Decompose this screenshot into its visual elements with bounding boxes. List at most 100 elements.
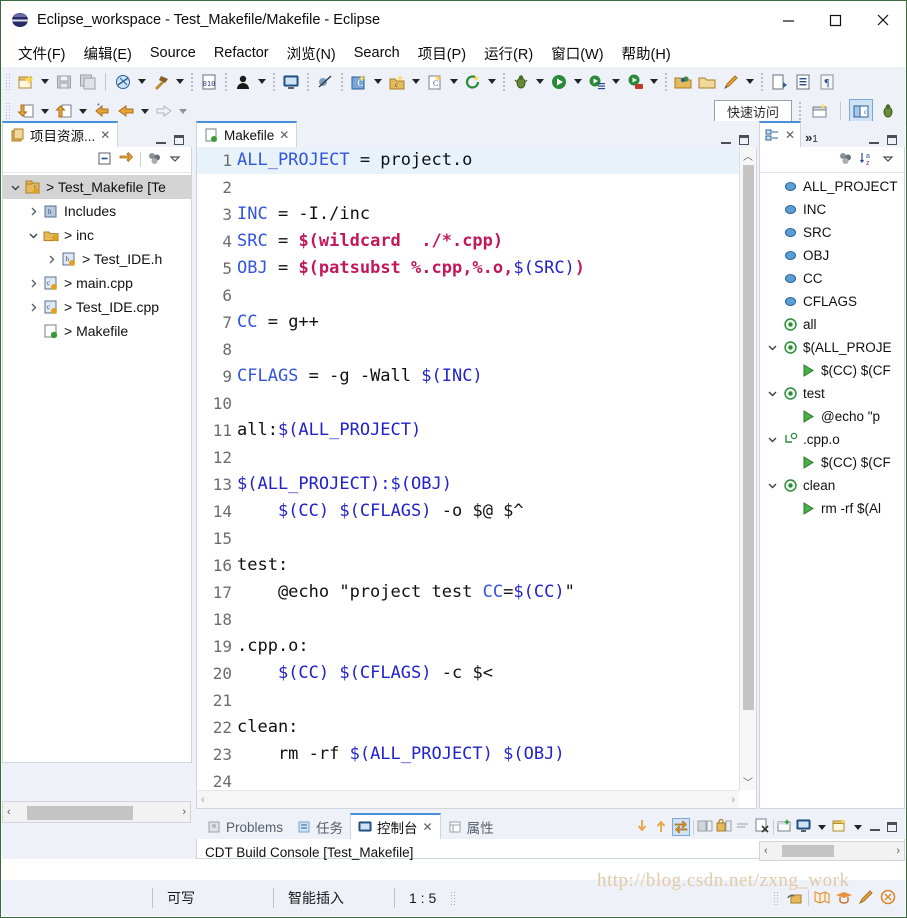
scroll-up-arrow[interactable]: ︿ [740, 147, 757, 164]
menu-window[interactable]: 窗口(W) [542, 41, 612, 66]
code-line[interactable]: 21 [197, 687, 739, 714]
maximize-icon[interactable] [812, 1, 859, 39]
outline-item[interactable]: $(ALL_PROJE [760, 336, 904, 359]
code-line[interactable]: 19 .cpp.o: [197, 633, 739, 660]
collapse-all-icon[interactable] [96, 150, 113, 170]
cdt-icon[interactable] [879, 889, 897, 908]
code-line[interactable]: 18 [197, 606, 739, 633]
code-line[interactable]: 20 $(CC) $(CFLAGS) -c $< [197, 660, 739, 687]
code-line[interactable]: 2 [197, 174, 739, 201]
minimize-icon[interactable] [719, 133, 733, 147]
view-overflow[interactable]: » 1 [801, 130, 822, 147]
code-line[interactable]: 9 CFLAGS = -g -Wall $(INC) [197, 363, 739, 390]
hide-icon[interactable] [837, 150, 854, 170]
forward-icon[interactable] [152, 99, 176, 123]
menu-search[interactable]: Search [345, 43, 409, 63]
view-menu-icon[interactable] [168, 151, 183, 169]
line-text[interactable]: CC = g++ [235, 309, 319, 336]
menu-help[interactable]: 帮助(H) [613, 41, 680, 66]
code-line[interactable]: 22 clean: [197, 714, 739, 741]
outline-item[interactable]: OBJ [760, 244, 904, 267]
chevron-right-icon[interactable] [43, 251, 59, 267]
line-text[interactable]: SRC = $(wildcard ./*.cpp) [235, 228, 503, 255]
code-line[interactable]: 8 [197, 336, 739, 363]
new-cpp-class-dropdown[interactable] [409, 70, 423, 94]
toolbar-grip-2[interactable] [5, 102, 12, 120]
close-icon[interactable]: ✕ [423, 820, 433, 834]
link-with-editor-icon[interactable] [118, 150, 135, 170]
outline-item[interactable]: clean [760, 474, 904, 497]
outline-item[interactable]: CC [760, 267, 904, 290]
user-dropdown[interactable] [255, 70, 269, 94]
build-hammer-icon[interactable] [149, 70, 173, 94]
scroll-right-arrow[interactable]: › [896, 845, 900, 857]
previous-annotation-icon[interactable] [52, 99, 76, 123]
toggle-block-icon[interactable] [791, 70, 815, 94]
project-explorer-horizontal-scrollbar[interactable]: ‹ › [2, 801, 191, 823]
outline-item[interactable]: @echo "p [760, 405, 904, 428]
scroll-up-icon[interactable] [653, 818, 669, 837]
line-text[interactable]: test: [235, 552, 288, 579]
new-c-file-dropdown[interactable] [447, 70, 461, 94]
code-line[interactable]: 5 OBJ = $(patsubst %.cpp,%.o,$(SRC)) [197, 255, 739, 282]
outline-item[interactable]: rm -rf $(Al [760, 497, 904, 520]
tree-item-makefile[interactable]: > Makefile [3, 319, 191, 343]
display-console-arrow[interactable] [815, 815, 829, 839]
tab-console[interactable]: 控制台 ✕ [350, 813, 441, 839]
menu-run[interactable]: 运行(R) [475, 41, 542, 66]
refresh-dropdown[interactable] [485, 70, 499, 94]
open-task-icon[interactable] [767, 70, 791, 94]
tree-item-test-ide-cpp[interactable]: c > Test_IDE.cpp [3, 295, 191, 319]
scroll-down-icon[interactable] [634, 818, 650, 837]
pin-console-icon[interactable] [777, 818, 793, 837]
outline-item[interactable]: SRC [760, 221, 904, 244]
line-text[interactable]: OBJ = $(patsubst %.cpp,%.o,$(SRC)) [235, 255, 585, 282]
next-annotation-icon[interactable] [14, 99, 38, 123]
line-text[interactable]: $(CC) $(CFLAGS) -c $< [235, 660, 493, 687]
code-line[interactable]: 13 $(ALL_PROJECT):$(OBJ) [197, 471, 739, 498]
previous-annotation-dropdown[interactable] [76, 99, 90, 123]
chevron-down-icon[interactable] [764, 340, 780, 356]
line-text[interactable]: $(CC) $(CFLAGS) -o $@ $^ [235, 498, 524, 525]
outline-item[interactable]: $(CC) $(CF [760, 359, 904, 382]
run-external-icon[interactable] [623, 70, 647, 94]
toolbar-grip[interactable] [5, 72, 12, 91]
maximize-icon[interactable] [737, 133, 751, 147]
build-hammer-dropdown[interactable] [173, 70, 187, 94]
line-text[interactable]: @echo "project test CC=$(CC)" [235, 579, 575, 606]
filter-icon[interactable] [146, 150, 163, 170]
scrollbar-thumb[interactable] [27, 806, 133, 820]
code-line[interactable]: 24 [197, 768, 739, 790]
next-annotation-dropdown[interactable] [38, 99, 52, 123]
maximize-icon[interactable] [172, 133, 186, 147]
outline-item[interactable]: test [760, 382, 904, 405]
open-folder-icon[interactable] [671, 70, 695, 94]
forward-dropdown[interactable] [176, 99, 190, 123]
scroll-right-arrow[interactable]: › [182, 806, 186, 818]
minimize-icon[interactable] [765, 1, 812, 39]
outline-item[interactable]: .cpp.o [760, 428, 904, 451]
tree-item-includes[interactable]: h Includes [3, 199, 191, 223]
run-external-dropdown[interactable] [647, 70, 661, 94]
tab-tasks[interactable]: 任务 [290, 813, 351, 839]
menu-project[interactable]: 项目(P) [409, 41, 475, 66]
display-console-icon[interactable] [796, 818, 812, 837]
outline-item[interactable]: $(CC) $(CF [760, 451, 904, 474]
run-icon[interactable] [547, 70, 571, 94]
view-menu-icon[interactable] [881, 151, 896, 169]
code-area[interactable]: 1 ALL_PROJECT = project.o 2 3 INC = -I./inc 4… [197, 147, 739, 790]
menu-navigate[interactable]: 浏览(N) [278, 41, 345, 66]
tab-project-explorer[interactable]: 项目资源... ✕ [2, 121, 119, 147]
line-text[interactable]: .cpp.o: [235, 633, 309, 660]
skip-breakpoints-icon[interactable] [313, 70, 337, 94]
line-text[interactable]: INC = -I./inc [235, 201, 370, 228]
back-dropdown[interactable] [138, 99, 152, 123]
tab-makefile[interactable]: Makefile ✕ [196, 121, 298, 147]
save-all-icon[interactable] [76, 70, 100, 94]
tree-item-test-makefile[interactable]: c > Test_Makefile [Te [3, 175, 191, 199]
outline-item[interactable]: all [760, 313, 904, 336]
scroll-left-arrow[interactable]: ‹ [7, 806, 11, 818]
code-line[interactable]: 1 ALL_PROJECT = project.o [197, 147, 739, 174]
build-all-dropdown[interactable] [135, 70, 149, 94]
open-console-arrow[interactable] [851, 815, 865, 839]
